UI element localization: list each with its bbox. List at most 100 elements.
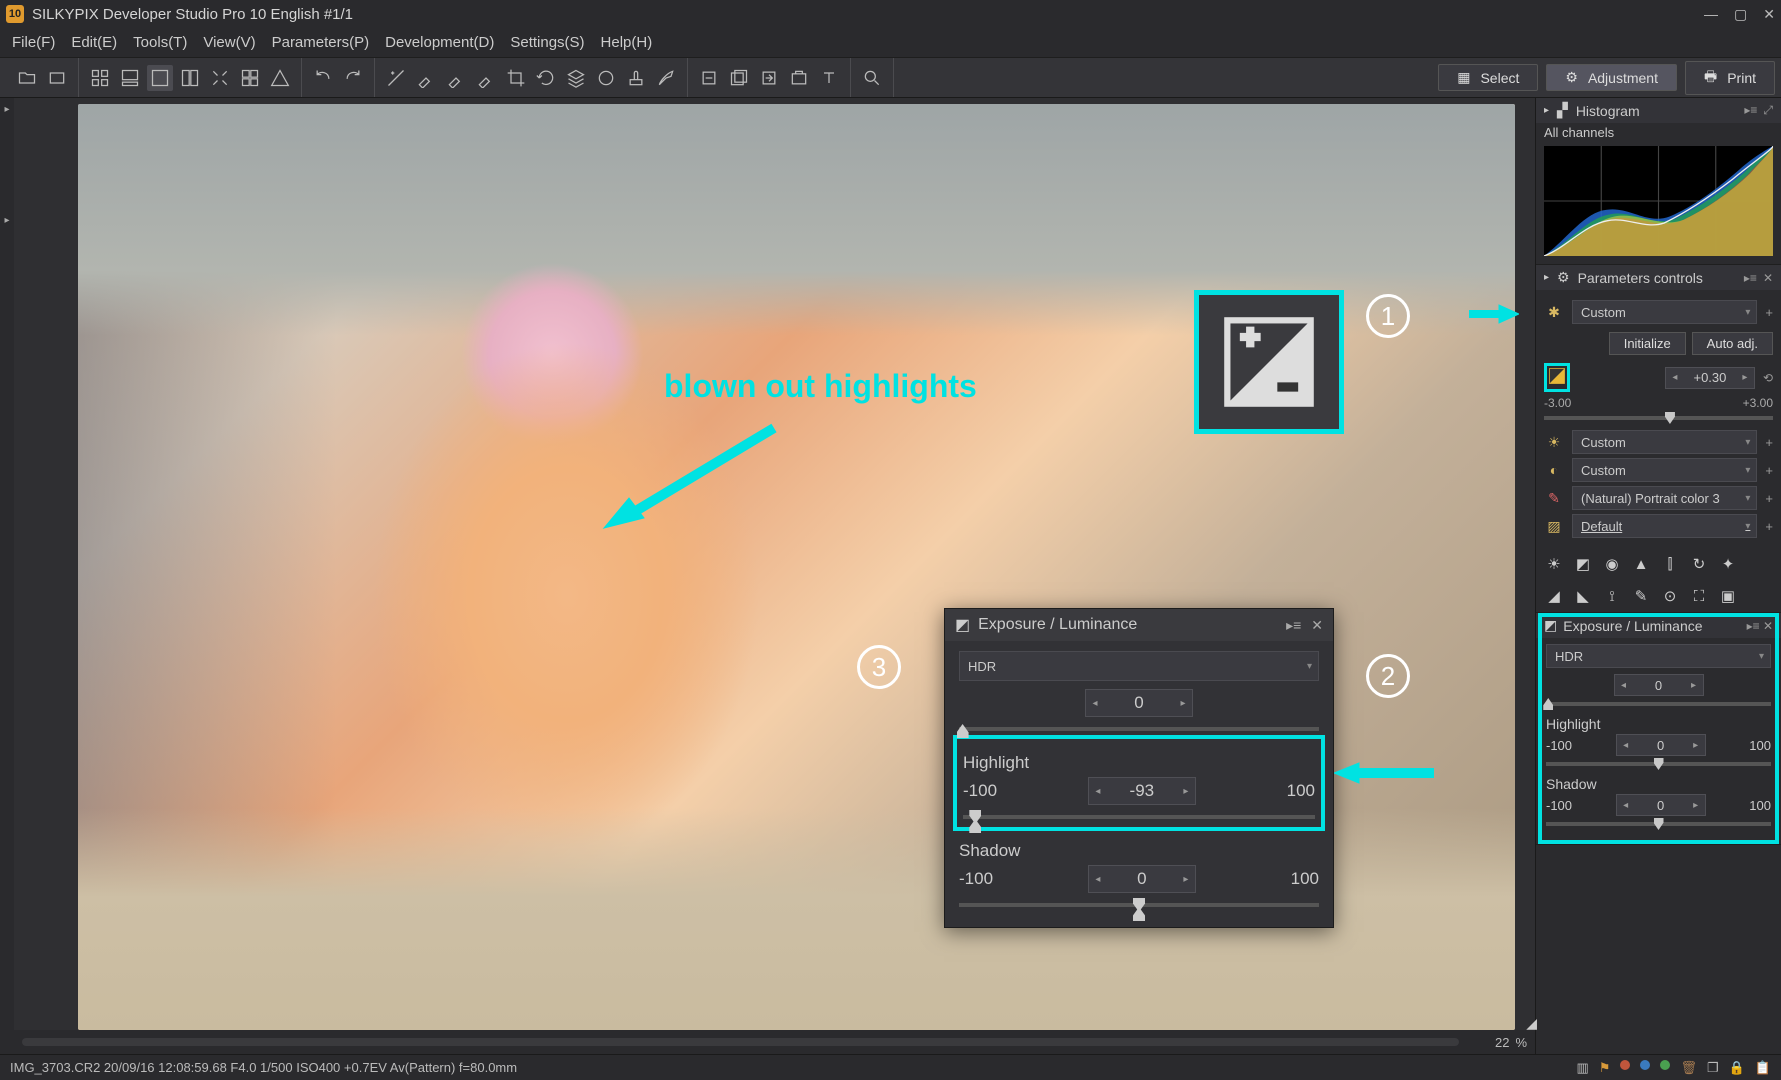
close-button[interactable]: ✕ (1763, 6, 1775, 23)
menu-view[interactable]: View(V) (195, 31, 263, 54)
rotate-tool-icon[interactable] (533, 65, 559, 91)
status-dot-blue[interactable] (1640, 1060, 1650, 1070)
el-highlight-slider[interactable] (1546, 762, 1771, 766)
folder-tree-icon[interactable] (14, 65, 40, 91)
panel-menu-icon[interactable]: ▸≡ (1744, 103, 1757, 118)
image-canvas[interactable]: blown out highlights 1 ◩ Exposure (14, 98, 1535, 1030)
minimize-button[interactable]: — (1704, 6, 1718, 23)
multi-preview-icon[interactable] (237, 65, 263, 91)
stamp2-tool-icon[interactable]: ▣ (1718, 586, 1738, 606)
hdr-value-spinner[interactable]: ◂ 0 ▸ (1085, 689, 1193, 717)
parameters-header[interactable]: ▸ ⚙ Parameters controls ▸≡✕ (1536, 265, 1781, 290)
gutter-chevron-icon[interactable]: ▸ (4, 104, 9, 115)
status-flag-icon[interactable]: ⚑ (1599, 1060, 1611, 1076)
add-icon[interactable]: + (1765, 519, 1773, 534)
black-picker-icon[interactable] (473, 65, 499, 91)
rotate-tool-icon[interactable]: ↻ (1689, 554, 1709, 574)
menu-settings[interactable]: Settings(S) (502, 31, 592, 54)
crop2-tool-icon[interactable]: ⛶ (1689, 586, 1709, 606)
panel-menu-icon[interactable]: ▸≡ (1286, 617, 1301, 634)
color-preset-dropdown[interactable]: (Natural) Portrait color 3▾ (1572, 486, 1757, 510)
panel-close-icon[interactable]: ✕ (1311, 617, 1323, 634)
maximize-button[interactable]: ▢ (1734, 6, 1747, 23)
exposure-reset-icon[interactable]: ⟲ (1763, 371, 1773, 385)
color-tool-icon[interactable]: ◉ (1602, 554, 1622, 574)
horizontal-scrollbar[interactable] (22, 1038, 1459, 1046)
redo-icon[interactable] (340, 65, 366, 91)
develop-all-icon[interactable] (726, 65, 752, 91)
shadow-slider[interactable] (959, 903, 1319, 907)
status-dot-red[interactable] (1620, 1060, 1630, 1070)
undo-icon[interactable] (310, 65, 336, 91)
panel-menu-icon[interactable]: ▸≡ (1744, 271, 1757, 285)
layers-icon[interactable] (563, 65, 589, 91)
add-preset-icon[interactable]: + (1765, 305, 1773, 320)
split-view-icon[interactable] (177, 65, 203, 91)
brush-tool-icon[interactable] (653, 65, 679, 91)
taste-preset-dropdown[interactable]: Custom▾ (1572, 300, 1757, 324)
filmstrip-bottom-icon[interactable] (117, 65, 143, 91)
lens-tool-icon[interactable]: ⟟ (1602, 586, 1622, 606)
add-icon[interactable]: + (1765, 491, 1773, 506)
initialize-button[interactable]: Initialize (1609, 332, 1686, 355)
nr-preset-dropdown[interactable]: Default▾ (1572, 514, 1757, 538)
menu-parameters[interactable]: Parameters(P) (264, 31, 378, 54)
single-preview-icon[interactable] (147, 65, 173, 91)
grid-thumbnails-icon[interactable] (87, 65, 113, 91)
shadow-tool-icon[interactable]: ◣ (1573, 586, 1593, 606)
level-tool-icon[interactable]: ⫿ (1660, 554, 1680, 574)
warning-icon[interactable] (267, 65, 293, 91)
batch-icon[interactable] (786, 65, 812, 91)
stamp-tool-icon[interactable] (623, 65, 649, 91)
wb-preset-dropdown[interactable]: Custom▾ (1572, 430, 1757, 454)
adjustment-mode-button[interactable]: ⚙ Adjustment (1546, 64, 1677, 91)
spinner-increment[interactable]: ▸ (1174, 698, 1192, 709)
exposure-value-spinner[interactable]: ◂+0.30▸ (1665, 367, 1755, 389)
effects-tool-icon[interactable]: ✦ (1718, 554, 1738, 574)
el-shadow-slider[interactable] (1546, 822, 1771, 826)
highlight-value-spinner[interactable]: ◂ -93 ▸ (1088, 777, 1196, 805)
spinner-increment[interactable]: ▸ (1177, 874, 1195, 885)
auto-adjust-button[interactable]: Auto adj. (1692, 332, 1773, 355)
tone-preset-dropdown[interactable]: Custom▾ (1572, 458, 1757, 482)
spinner-decrement[interactable]: ◂ (1089, 786, 1107, 797)
status-monitor-icon[interactable]: ▥ (1577, 1060, 1589, 1076)
spinner-increment[interactable]: ▸ (1177, 786, 1195, 797)
single-frame-icon[interactable] (44, 65, 70, 91)
menu-file[interactable]: File(F) (4, 31, 63, 54)
el-hdr-slider[interactable] (1546, 702, 1771, 706)
develop-one-icon[interactable] (696, 65, 722, 91)
select-mode-button[interactable]: ▦ Select (1438, 64, 1538, 91)
fit-screen-icon[interactable] (207, 65, 233, 91)
spinner-decrement[interactable]: ◂ (1086, 698, 1104, 709)
panel-close-icon[interactable]: ✕ (1763, 271, 1773, 285)
status-copy-icon[interactable]: ❐ (1707, 1060, 1719, 1076)
text-tool-icon[interactable] (816, 65, 842, 91)
hdr-dropdown[interactable]: HDR ▾ (959, 651, 1319, 681)
print-mode-button[interactable]: 🖶 Print (1685, 61, 1775, 95)
histogram-header[interactable]: ▸ ▞ Histogram ▸≡⤢ (1536, 98, 1781, 123)
wb-tool-icon[interactable]: ☀ (1544, 554, 1564, 574)
menu-edit[interactable]: Edit(E) (63, 31, 125, 54)
exposure-tool-icon[interactable] (383, 65, 409, 91)
status-lock-icon[interactable]: 🔒 (1729, 1060, 1745, 1076)
shadow-value-spinner[interactable]: ◂ 0 ▸ (1088, 865, 1196, 893)
spot-tool-icon[interactable]: ⊙ (1660, 586, 1680, 606)
spot-tool-icon[interactable] (593, 65, 619, 91)
grey-picker-icon[interactable] (413, 65, 439, 91)
status-trash-icon[interactable]: 🗑 (1680, 1060, 1697, 1076)
add-icon[interactable]: + (1765, 435, 1773, 450)
highlight-slider[interactable] (963, 815, 1315, 819)
highlight-tool-icon[interactable]: ◢ (1544, 586, 1564, 606)
loupe-icon[interactable] (859, 65, 885, 91)
panel-detach-icon[interactable]: ⤢ (1763, 103, 1773, 118)
sharp-tool-icon[interactable]: ▲ (1631, 554, 1651, 574)
spinner-decrement[interactable]: ◂ (1089, 874, 1107, 885)
picker-tool-icon[interactable]: ✎ (1631, 586, 1651, 606)
status-paste-icon[interactable]: 📋 (1755, 1060, 1771, 1076)
menu-tools[interactable]: Tools(T) (125, 31, 195, 54)
crop-tool-icon[interactable] (503, 65, 529, 91)
menu-help[interactable]: Help(H) (593, 31, 661, 54)
add-icon[interactable]: + (1765, 463, 1773, 478)
exposure-row-icon[interactable] (1544, 363, 1570, 392)
